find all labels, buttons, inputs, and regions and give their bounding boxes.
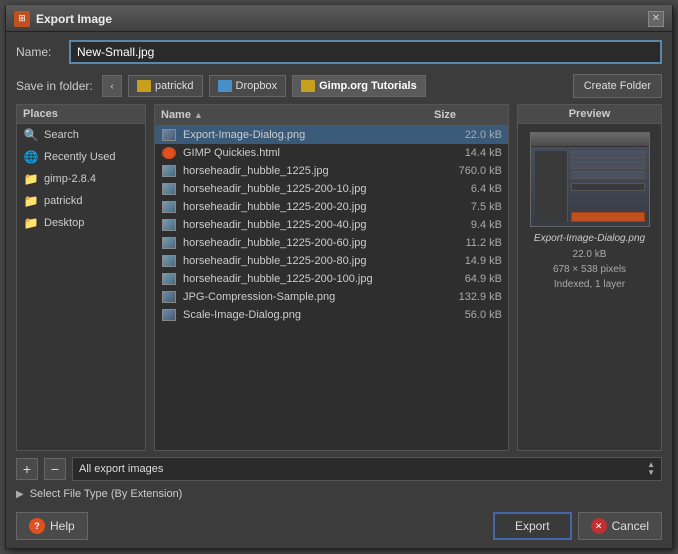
preview-panel: Preview [517,104,662,451]
add-place-button[interactable]: + [16,458,38,480]
file-icon-img [159,217,179,233]
file-icon-img [159,199,179,215]
title-bar: ⊞ Export Image ✕ [6,6,672,32]
places-item-patrickd[interactable]: 📁 patrickd [17,190,145,212]
files-list[interactable]: Export-Image-Dialog.png 22.0 kB GIMP Qui… [155,126,508,450]
file-type-row[interactable]: ▶ Select File Type (By Extension) [16,486,662,502]
table-row[interactable]: horseheadir_hubble_1225-200-20.jpg 7.5 k… [155,198,508,216]
file-icon-img [159,181,179,197]
table-row[interactable]: horseheadir_hubble_1225-200-80.jpg 14.9 … [155,252,508,270]
places-item-gimp[interactable]: 📁 gimp-2.8.4 [17,168,145,190]
table-row[interactable]: horseheadir_hubble_1225.jpg 760.0 kB [155,162,508,180]
table-row[interactable]: horseheadir_hubble_1225-200-40.jpg 9.4 k… [155,216,508,234]
preview-image-area: Export-Image-Dialog.png 22.0 kB 678 × 53… [518,124,661,450]
dialog-title: Export Image [36,12,112,26]
close-button[interactable]: ✕ [648,11,664,27]
cancel-button[interactable]: ✕ Cancel [578,512,662,540]
places-panel: Places 🔍 Search 🌐 Recently Used 📁 gimp-2… [16,104,146,451]
table-row[interactable]: Export-Image-Dialog.png 22.0 kB [155,126,508,144]
bottom-area: + − All export images ▲ ▼ ▶ Select File … [6,451,672,508]
breadcrumb-patrickd[interactable]: patrickd [128,75,203,97]
folder-icon-tutorials [301,80,315,92]
export-button[interactable]: Export [493,512,572,540]
table-row[interactable]: Scale-Image-Dialog.png 56.0 kB [155,306,508,324]
filename-input[interactable] [69,40,662,64]
cancel-icon: ✕ [591,518,607,534]
preview-thumbnail [530,132,650,227]
main-area: Places 🔍 Search 🌐 Recently Used 📁 gimp-2… [6,104,672,451]
file-icon-img [159,235,179,251]
places-item-recently-used[interactable]: 🌐 Recently Used [17,146,145,168]
file-icon-png [159,127,179,143]
folder-icon-gimp: 📁 [23,171,39,187]
bottom-controls: + − All export images ▲ ▼ [16,457,662,481]
remove-place-button[interactable]: − [44,458,66,480]
file-icon-png [159,307,179,323]
places-item-search[interactable]: 🔍 Search [17,124,145,146]
files-header: Name ▲ Size [155,105,508,126]
nav-back-button[interactable]: ‹ [102,75,122,97]
action-buttons: ? Help Export ✕ Cancel [6,508,672,548]
create-folder-button[interactable]: Create Folder [573,74,662,98]
right-buttons: Export ✕ Cancel [493,512,662,540]
file-icon-png [159,289,179,305]
file-icon-html [159,145,179,161]
export-filter-dropdown[interactable]: All export images ▲ ▼ [72,457,662,481]
places-header: Places [17,105,145,124]
table-row[interactable]: horseheadir_hubble_1225-200-100.jpg 64.9… [155,270,508,288]
name-label: Name: [16,45,61,59]
file-icon-img [159,253,179,269]
help-button[interactable]: ? Help [16,512,88,540]
table-row[interactable]: JPG-Compression-Sample.png 132.9 kB [155,288,508,306]
search-icon: 🔍 [23,127,39,143]
folder-icon-desktop: 📁 [23,215,39,231]
help-icon: ? [29,518,45,534]
globe-icon: 🌐 [23,149,39,165]
folder-row: Save in folder: ‹ patrickd Dropbox Gimp.… [6,72,672,104]
table-row[interactable]: horseheadir_hubble_1225-200-60.jpg 11.2 … [155,234,508,252]
file-icon-img [159,163,179,179]
preview-sim-content [531,133,649,226]
dropdown-arrows-icon: ▲ ▼ [647,461,655,477]
file-icon-img [159,271,179,287]
save-in-folder-label: Save in folder: [16,79,96,93]
breadcrumb-gimp-tutorials[interactable]: Gimp.org Tutorials [292,75,426,97]
chevron-right-icon: ▶ [16,489,24,500]
files-panel: Name ▲ Size Export-Image-Dialog.png 22.0… [154,104,509,451]
folder-icon-patrickd: 📁 [23,193,39,209]
sort-arrow-icon: ▲ [194,110,203,120]
file-type-label: Select File Type (By Extension) [30,488,183,500]
size-column-header[interactable]: Size [428,107,508,123]
places-item-desktop[interactable]: 📁 Desktop [17,212,145,234]
preview-filename: Export-Image-Dialog.png [534,233,645,244]
dialog-icon: ⊞ [14,11,30,27]
breadcrumb-dropbox[interactable]: Dropbox [209,75,287,97]
table-row[interactable]: horseheadir_hubble_1225-200-10.jpg 6.4 k… [155,180,508,198]
preview-header: Preview [518,105,661,124]
preview-details: 22.0 kB 678 × 538 pixels Indexed, 1 laye… [553,247,626,292]
folder-icon-dropbox [218,80,232,92]
name-row: Name: [6,32,672,72]
table-row[interactable]: GIMP Quickies.html 14.4 kB [155,144,508,162]
folder-icon [137,80,151,92]
export-image-dialog: ⊞ Export Image ✕ Name: Save in folder: ‹… [5,5,673,549]
name-column-header[interactable]: Name ▲ [155,107,428,123]
